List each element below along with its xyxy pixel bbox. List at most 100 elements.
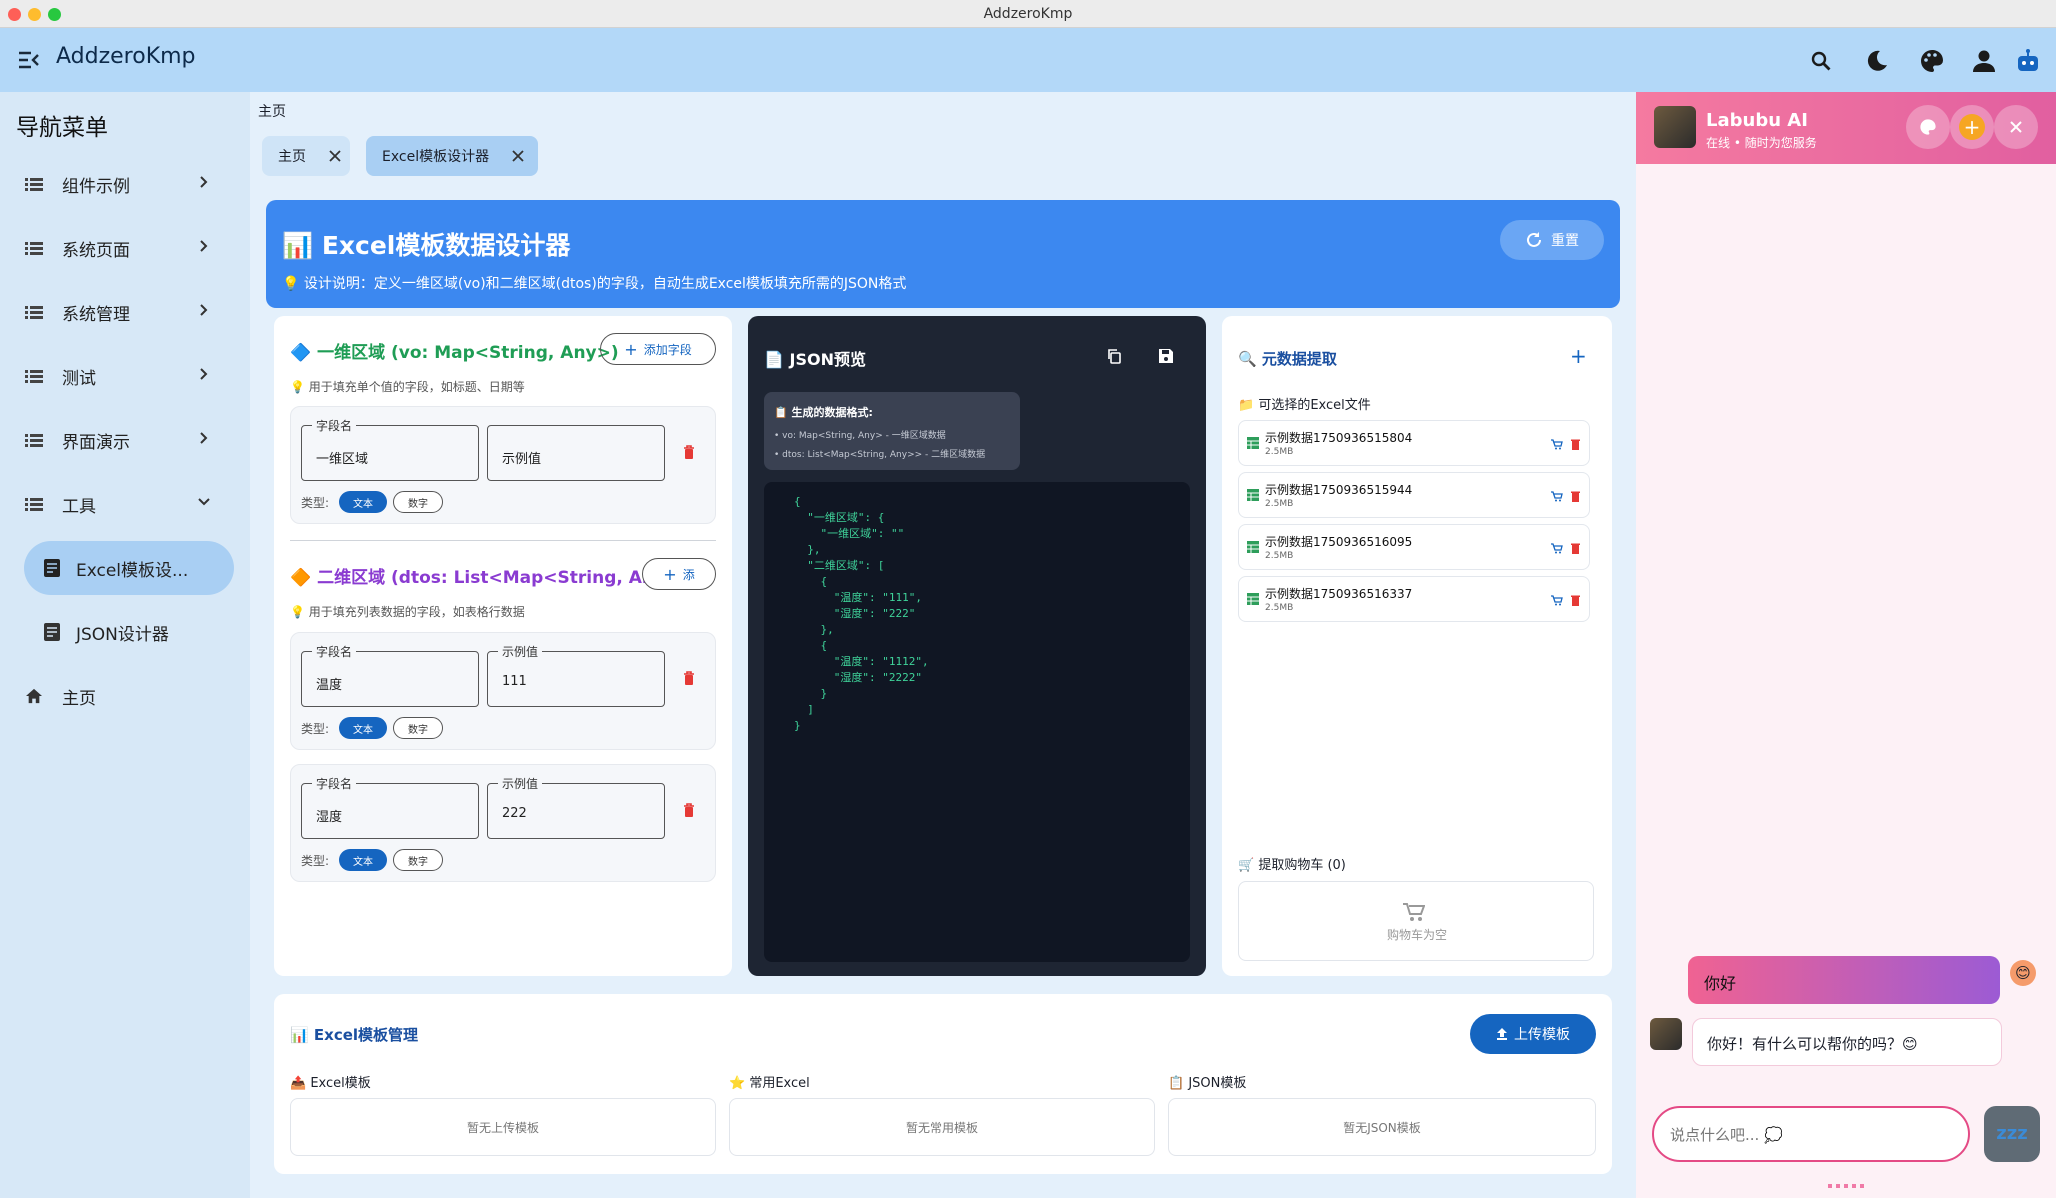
chat-bot-name: Labubu AI: [1706, 110, 1808, 131]
delete-icon[interactable]: [1571, 491, 1580, 502]
copy-icon[interactable]: [1106, 348, 1122, 364]
close-window-button[interactable]: [8, 8, 21, 21]
save-icon[interactable]: [1158, 348, 1174, 364]
delete-icon[interactable]: [1571, 543, 1580, 554]
sidebar-item-test[interactable]: 测试: [24, 356, 210, 396]
type-text-chip[interactable]: 文本: [339, 849, 388, 871]
delete-icon[interactable]: [1571, 595, 1580, 606]
list-icon: [25, 498, 43, 511]
reset-button[interactable]: 重置: [1500, 220, 1604, 260]
table-icon: [1247, 437, 1259, 449]
tab-excel-designer[interactable]: Excel模板设计器: [366, 136, 538, 176]
add-to-cart-icon[interactable]: [1551, 491, 1563, 502]
excel-file-item[interactable]: 示例数据1750936516337 2.5MB: [1238, 576, 1590, 622]
field-name-input[interactable]: 字段名 湿度: [301, 775, 479, 839]
sidebar-item-label: Excel模板设...: [76, 560, 189, 581]
type-number-chip[interactable]: 数字: [393, 717, 444, 739]
section-divider: [290, 540, 716, 541]
excel-template-list: 暂无上传模板: [290, 1098, 716, 1156]
account-icon[interactable]: [1971, 48, 1997, 74]
type-text-chip[interactable]: 文本: [339, 717, 388, 739]
list-icon: [25, 242, 43, 255]
sidebar-item-components[interactable]: 组件示例: [24, 164, 210, 204]
add-to-cart-icon[interactable]: [1551, 543, 1563, 554]
close-icon[interactable]: [511, 149, 525, 163]
cart-icon: [1403, 903, 1425, 921]
excel-file-item[interactable]: 示例数据1750936515804 2.5MB: [1238, 420, 1590, 466]
add-to-cart-icon[interactable]: [1551, 439, 1563, 450]
list-icon: [25, 434, 43, 447]
tab-label: Excel模板设计器: [382, 149, 490, 165]
delete-icon[interactable]: [1571, 439, 1580, 450]
add-dtos-field-button[interactable]: + 添: [642, 558, 716, 590]
window-titlebar: AddzeroKmp: [0, 0, 2056, 28]
sidebar-item-tools[interactable]: 工具: [24, 484, 210, 524]
sidebar-item-ui-demo[interactable]: 界面演示: [24, 420, 210, 460]
sidebar-item-label: 工具: [62, 496, 96, 517]
plus-icon: +: [1959, 114, 1985, 140]
table-icon: [1247, 541, 1259, 553]
send-button[interactable]: zzz: [1984, 1106, 2040, 1162]
palette-icon[interactable]: [1919, 48, 1945, 74]
cart-title: 🛒 提取购物车 (0): [1238, 858, 1346, 873]
close-chat-button[interactable]: [1994, 105, 2038, 149]
type-number-chip[interactable]: 数字: [393, 491, 444, 513]
table-icon: [1247, 593, 1259, 605]
chevron-right-icon: [200, 176, 208, 188]
sidebar-title: 导航菜单: [16, 115, 108, 141]
sidebar-item-system-pages[interactable]: 系统页面: [24, 228, 210, 268]
sample-value-input[interactable]: 示例值 222: [487, 775, 665, 839]
extraction-cart: 购物车为空: [1238, 881, 1594, 961]
delete-icon[interactable]: [683, 803, 695, 817]
type-text-chip[interactable]: 文本: [339, 491, 388, 513]
minimize-window-button[interactable]: [28, 8, 41, 21]
chat-input[interactable]: 说点什么吧... 💭: [1652, 1106, 1970, 1162]
delete-icon[interactable]: [683, 445, 695, 459]
excel-files-title: 📁 可选择的Excel文件: [1238, 398, 1371, 413]
ai-chat-panel: Labubu AI 在线 • 随时为您服务 + 你好 😊 你好！有什么可以帮你的…: [1636, 92, 2056, 1198]
dtos-section-title: 🔶 二维区域 (dtos: List<Map<String, Any>>): [290, 568, 702, 588]
sidebar-item-label: 主页: [62, 688, 96, 709]
reset-label: 重置: [1551, 233, 1579, 249]
robot-icon[interactable]: [2015, 48, 2041, 74]
zoom-window-button[interactable]: [48, 8, 61, 21]
sidebar-item-json-designer[interactable]: JSON设计器: [24, 605, 234, 659]
sidebar-item-system-admin[interactable]: 系统管理: [24, 292, 210, 332]
sample-value-label: 示例值: [498, 643, 543, 660]
field-name-input[interactable]: 字段名温度: [301, 643, 479, 707]
design-description: 💡 设计说明：定义一维区域(vo)和二维区域(dtos)的字段，自动生成Exce…: [282, 276, 907, 292]
sidebar-item-home[interactable]: 主页: [24, 676, 210, 716]
close-icon[interactable]: [328, 149, 342, 163]
sidebar-item-excel-designer[interactable]: Excel模板设...: [24, 541, 234, 595]
delete-icon[interactable]: [683, 671, 695, 685]
vo-field-row: 字段名 一维区域 示例值 类型: 文本 数字: [290, 406, 716, 524]
user-avatar: 😊: [2010, 960, 2036, 986]
sidebar-item-label: 系统页面: [62, 240, 130, 261]
field-name-label: 字段名: [312, 643, 357, 660]
sample-value-input[interactable]: 示例值 111: [487, 643, 665, 707]
chevron-right-icon: [200, 432, 208, 444]
file-name: 示例数据1750936515944: [1265, 483, 1413, 497]
type-number-chip[interactable]: 数字: [393, 849, 444, 871]
upload-template-button[interactable]: 上传模板: [1470, 1014, 1596, 1054]
chevron-right-icon: [200, 240, 208, 252]
add-vo-field-button[interactable]: + 添加字段: [600, 333, 716, 365]
add-to-cart-icon[interactable]: [1551, 595, 1563, 606]
excel-file-item[interactable]: 示例数据1750936516095 2.5MB: [1238, 524, 1590, 570]
new-chat-button[interactable]: +: [1950, 105, 1994, 149]
tab-label: 主页: [278, 149, 306, 165]
sidebar-item-label: 界面演示: [62, 432, 130, 453]
common-excel-title: ⭐ 常用Excel: [729, 1076, 810, 1091]
moon-icon[interactable]: [1864, 48, 1890, 74]
field-name-value: 温度: [316, 678, 343, 693]
excel-file-item[interactable]: 示例数据1750936515944 2.5MB: [1238, 472, 1590, 518]
sample-value-input[interactable]: 示例值: [487, 425, 665, 481]
field-name-input[interactable]: 字段名 一维区域: [301, 417, 479, 481]
search-icon[interactable]: [1808, 48, 1834, 74]
document-icon: [44, 623, 60, 641]
template-management-card: 📊 Excel模板管理 上传模板 📤 Excel模板 暂无上传模板 ⭐ 常用Ex…: [274, 994, 1612, 1174]
chat-theme-button[interactable]: [1906, 105, 1950, 149]
menu-open-icon[interactable]: [18, 50, 40, 70]
tab-home[interactable]: 主页: [262, 136, 350, 176]
plus-icon[interactable]: +: [1570, 344, 1587, 368]
